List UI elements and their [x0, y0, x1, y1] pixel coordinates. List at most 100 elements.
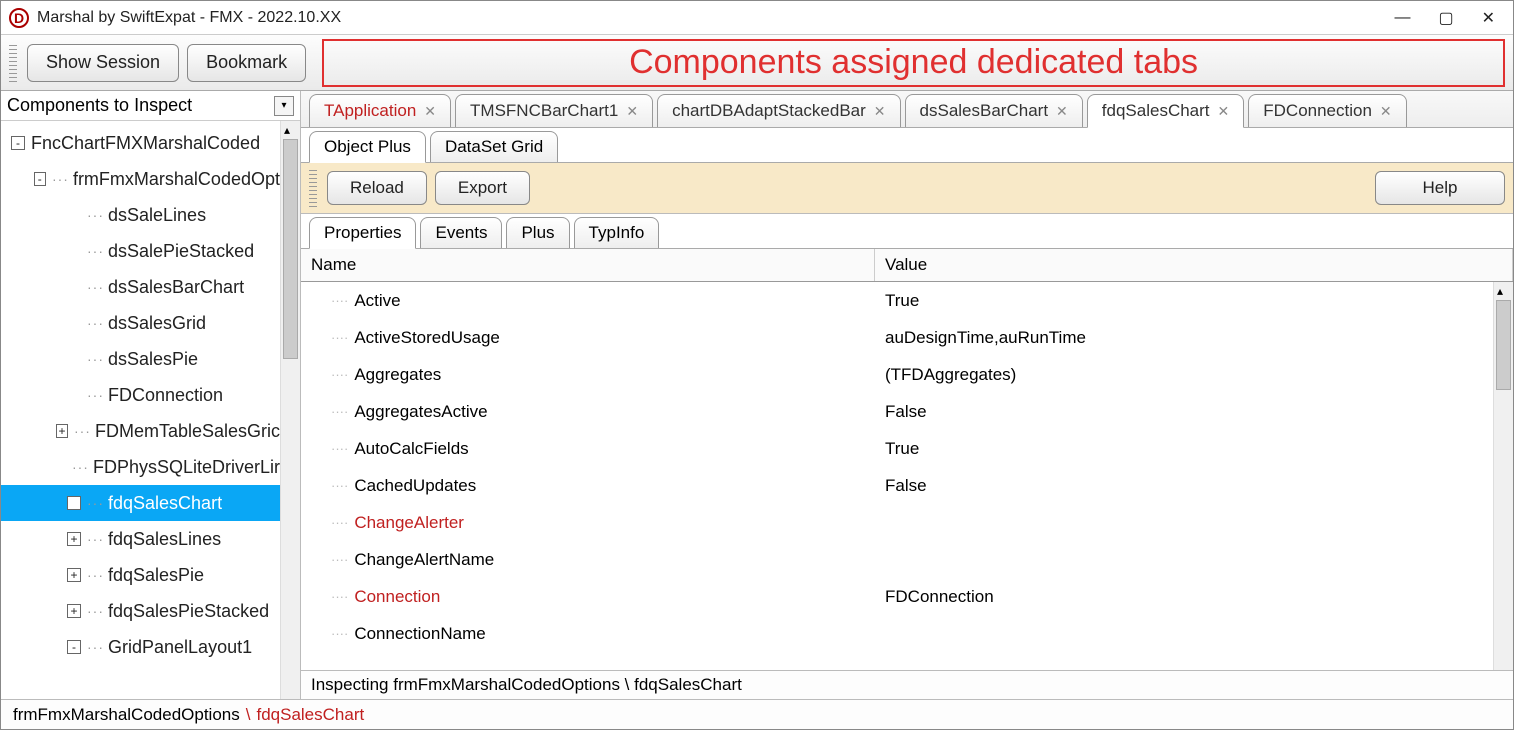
tree-item[interactable]: -···GridPanelLayout1 [1, 629, 280, 665]
property-value[interactable]: auDesignTime,auRunTime [875, 328, 1493, 348]
tree-scrollbar[interactable]: ▴ [280, 121, 300, 699]
scroll-thumb[interactable] [283, 139, 298, 359]
expand-icon[interactable]: + [67, 604, 81, 618]
tree-item[interactable]: +···fdqSalesPie [1, 557, 280, 593]
property-tab[interactable]: Properties [309, 217, 416, 249]
collapse-icon[interactable]: - [34, 172, 46, 186]
property-value[interactable]: (TFDAggregates) [875, 365, 1493, 385]
maximize-icon[interactable]: ▢ [1438, 8, 1453, 28]
property-name: CachedUpdates [354, 476, 476, 496]
show-session-button[interactable]: Show Session [27, 44, 179, 82]
help-button[interactable]: Help [1375, 171, 1505, 205]
property-value[interactable]: False [875, 402, 1493, 422]
component-tree[interactable]: -FncChartFMXMarshalCoded-···frmFmxMarsha… [1, 121, 280, 699]
tree-item[interactable]: -FncChartFMXMarshalCoded [1, 125, 280, 161]
tree-item[interactable]: ···FDConnection [1, 377, 280, 413]
property-row[interactable]: ····CachedUpdatesFalse [301, 467, 1493, 504]
scroll-up-icon[interactable]: ▴ [1497, 284, 1503, 298]
breadcrumb-separator: \ [246, 705, 251, 725]
component-tab[interactable]: FDConnection✕ [1248, 94, 1406, 127]
close-tab-icon[interactable]: ✕ [626, 103, 638, 120]
left-panel: Components to Inspect ▾ -FncChartFMXMars… [1, 91, 301, 699]
chevron-down-icon[interactable]: ▾ [274, 96, 294, 116]
tree-item[interactable]: ···dsSalesBarChart [1, 269, 280, 305]
property-value[interactable]: False [875, 476, 1493, 496]
close-tab-icon[interactable]: ✕ [874, 103, 886, 120]
property-row[interactable]: ····ChangeAlerter [301, 504, 1493, 541]
tree-item-label: dsSalesPie [108, 349, 198, 370]
tree-item[interactable]: +···fdqSalesPieStacked [1, 593, 280, 629]
property-name: ChangeAlertName [354, 550, 494, 570]
property-row[interactable]: ····ConnectionFDConnection [301, 578, 1493, 615]
property-tab[interactable]: Plus [506, 217, 569, 248]
property-row[interactable]: ····Aggregates(TFDAggregates) [301, 356, 1493, 393]
action-grip-icon [309, 169, 317, 207]
tree-item-label: dsSaleLines [108, 205, 206, 226]
minimize-icon[interactable]: — [1394, 9, 1410, 27]
component-tab[interactable]: TMSFNCBarChart1✕ [455, 94, 653, 127]
property-value[interactable]: True [875, 291, 1493, 311]
property-row[interactable]: ···· ChangeAlertName [301, 541, 1493, 578]
close-tab-icon[interactable]: ✕ [424, 103, 436, 120]
scroll-up-icon[interactable]: ▴ [284, 123, 290, 137]
component-tab[interactable]: fdqSalesChart✕ [1087, 94, 1244, 128]
toolbar-grip-icon [9, 44, 17, 82]
component-tab[interactable]: dsSalesBarChart✕ [905, 94, 1083, 127]
component-tab[interactable]: TApplication✕ [309, 94, 451, 127]
property-row[interactable]: ····ConnectionName [301, 615, 1493, 652]
tree-item[interactable]: ···dsSalePieStacked [1, 233, 280, 269]
tree-connector-icon: ··· [87, 207, 104, 223]
property-tab[interactable]: Events [420, 217, 502, 248]
column-value-header[interactable]: Value [875, 249, 1513, 281]
tree-item[interactable]: +···fdqSalesChart [1, 485, 280, 521]
tree-item[interactable]: ···FDPhysSQLiteDriverLir [1, 449, 280, 485]
tree-item-label: fdqSalesPie [108, 565, 204, 586]
collapse-icon[interactable]: - [11, 136, 25, 150]
close-tab-icon[interactable]: ✕ [1218, 103, 1230, 120]
column-name-header[interactable]: Name [301, 249, 875, 281]
tree-item[interactable]: +···fdqSalesLines [1, 521, 280, 557]
property-value[interactable]: FDConnection [875, 587, 1493, 607]
titlebar: D Marshal by SwiftExpat - FMX - 2022.10.… [1, 1, 1513, 35]
tree-item[interactable]: -···frmFmxMarshalCodedOpt [1, 161, 280, 197]
expand-icon[interactable]: + [56, 424, 68, 438]
tree-connector-icon: ···· [331, 367, 348, 382]
component-tab[interactable]: chartDBAdaptStackedBar✕ [657, 94, 900, 127]
expand-icon[interactable]: + [67, 496, 81, 510]
breadcrumb-part1: frmFmxMarshalCodedOptions [13, 705, 240, 725]
expand-icon[interactable]: + [67, 532, 81, 546]
tree-item-label: dsSalePieStacked [108, 241, 254, 262]
bookmark-button[interactable]: Bookmark [187, 44, 306, 82]
property-name: ActiveStoredUsage [354, 328, 500, 348]
close-tab-icon[interactable]: ✕ [1056, 103, 1068, 120]
tree-connector-icon: ···· [331, 293, 348, 308]
property-name: Active [354, 291, 400, 311]
tree-item[interactable]: ···dsSaleLines [1, 197, 280, 233]
view-tab[interactable]: Object Plus [309, 131, 426, 163]
reload-button[interactable]: Reload [327, 171, 427, 205]
tree-connector-icon: ··· [87, 279, 104, 295]
tree-item[interactable]: +···FDMemTableSalesGric [1, 413, 280, 449]
tree-connector-icon: ···· [331, 552, 348, 567]
property-row[interactable]: ····ActiveStoredUsageauDesignTime,auRunT… [301, 319, 1493, 356]
close-tab-icon[interactable]: ✕ [1380, 103, 1392, 120]
property-grid[interactable]: ····ActiveTrue····ActiveStoredUsageauDes… [301, 282, 1493, 670]
view-tab[interactable]: DataSet Grid [430, 131, 558, 162]
collapse-icon[interactable]: - [67, 640, 81, 654]
property-row[interactable]: ····AggregatesActiveFalse [301, 393, 1493, 430]
property-row[interactable]: ···· Active True [301, 282, 1493, 319]
property-tab[interactable]: TypInfo [574, 217, 660, 248]
tree-item[interactable]: ···dsSalesPie [1, 341, 280, 377]
grid-scrollbar[interactable]: ▴ [1493, 282, 1513, 670]
tree-item[interactable]: ···dsSalesGrid [1, 305, 280, 341]
expand-icon[interactable]: + [67, 568, 81, 582]
export-button[interactable]: Export [435, 171, 530, 205]
top-toolbar: Show Session Bookmark Components assigne… [1, 35, 1513, 91]
breadcrumb-part2: fdqSalesChart [256, 705, 364, 725]
close-icon[interactable]: ✕ [1482, 8, 1495, 28]
right-panel: TApplication✕TMSFNCBarChart1✕chartDBAdap… [301, 91, 1513, 699]
tree-connector-icon: ··· [87, 603, 104, 619]
scroll-thumb[interactable] [1496, 300, 1511, 390]
property-row[interactable]: ····AutoCalcFieldsTrue [301, 430, 1493, 467]
property-value[interactable]: True [875, 439, 1493, 459]
